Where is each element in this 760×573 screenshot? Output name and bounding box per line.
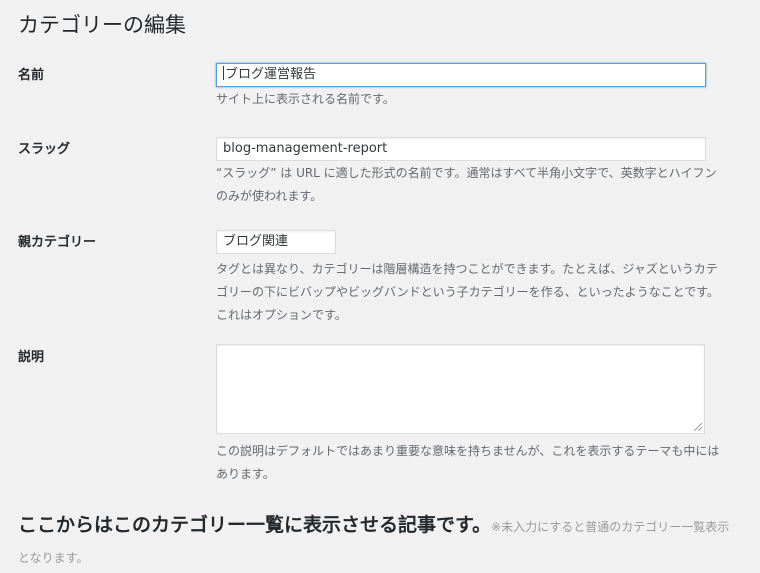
name-description: サイト上に表示される名前です。 xyxy=(216,92,395,106)
page-title: カテゴリーの編集 xyxy=(18,13,186,37)
slug-input[interactable]: blog-management-report xyxy=(216,137,706,161)
name-input[interactable]: ブログ運営報告 xyxy=(216,63,706,87)
description-label: 説明 xyxy=(18,350,45,365)
text-caret xyxy=(223,66,224,80)
name-input-value: ブログ運営報告 xyxy=(225,67,317,82)
description-textarea[interactable] xyxy=(216,344,705,434)
parent-select[interactable]: ブログ関連 xyxy=(216,230,336,254)
slug-input-value: blog-management-report xyxy=(223,141,388,156)
slug-description: “スラッグ” は URL に適した形式の名前です。通常はすべて半角小文字で、英数… xyxy=(216,166,717,203)
name-label: 名前 xyxy=(18,68,45,83)
resize-grip-icon[interactable] xyxy=(694,423,702,431)
description-help: この説明はデフォルトではあまり重要な意味を持ちませんが、これを表示するテーマも中… xyxy=(216,444,720,481)
parent-description: タグとは異なり、カテゴリーは階層構造を持つことができます。たとえば、ジャズという… xyxy=(216,262,720,322)
section-heading: ここからはこのカテゴリー一覧に表示させる記事です。※未入力にすると普通のカテゴリ… xyxy=(18,510,738,573)
section-title: ここからはこのカテゴリー一覧に表示させる記事です。 xyxy=(18,514,492,536)
parent-label: 親カテゴリー xyxy=(18,235,97,250)
slug-label: スラッグ xyxy=(18,142,71,157)
parent-select-value: ブログ関連 xyxy=(223,234,289,249)
